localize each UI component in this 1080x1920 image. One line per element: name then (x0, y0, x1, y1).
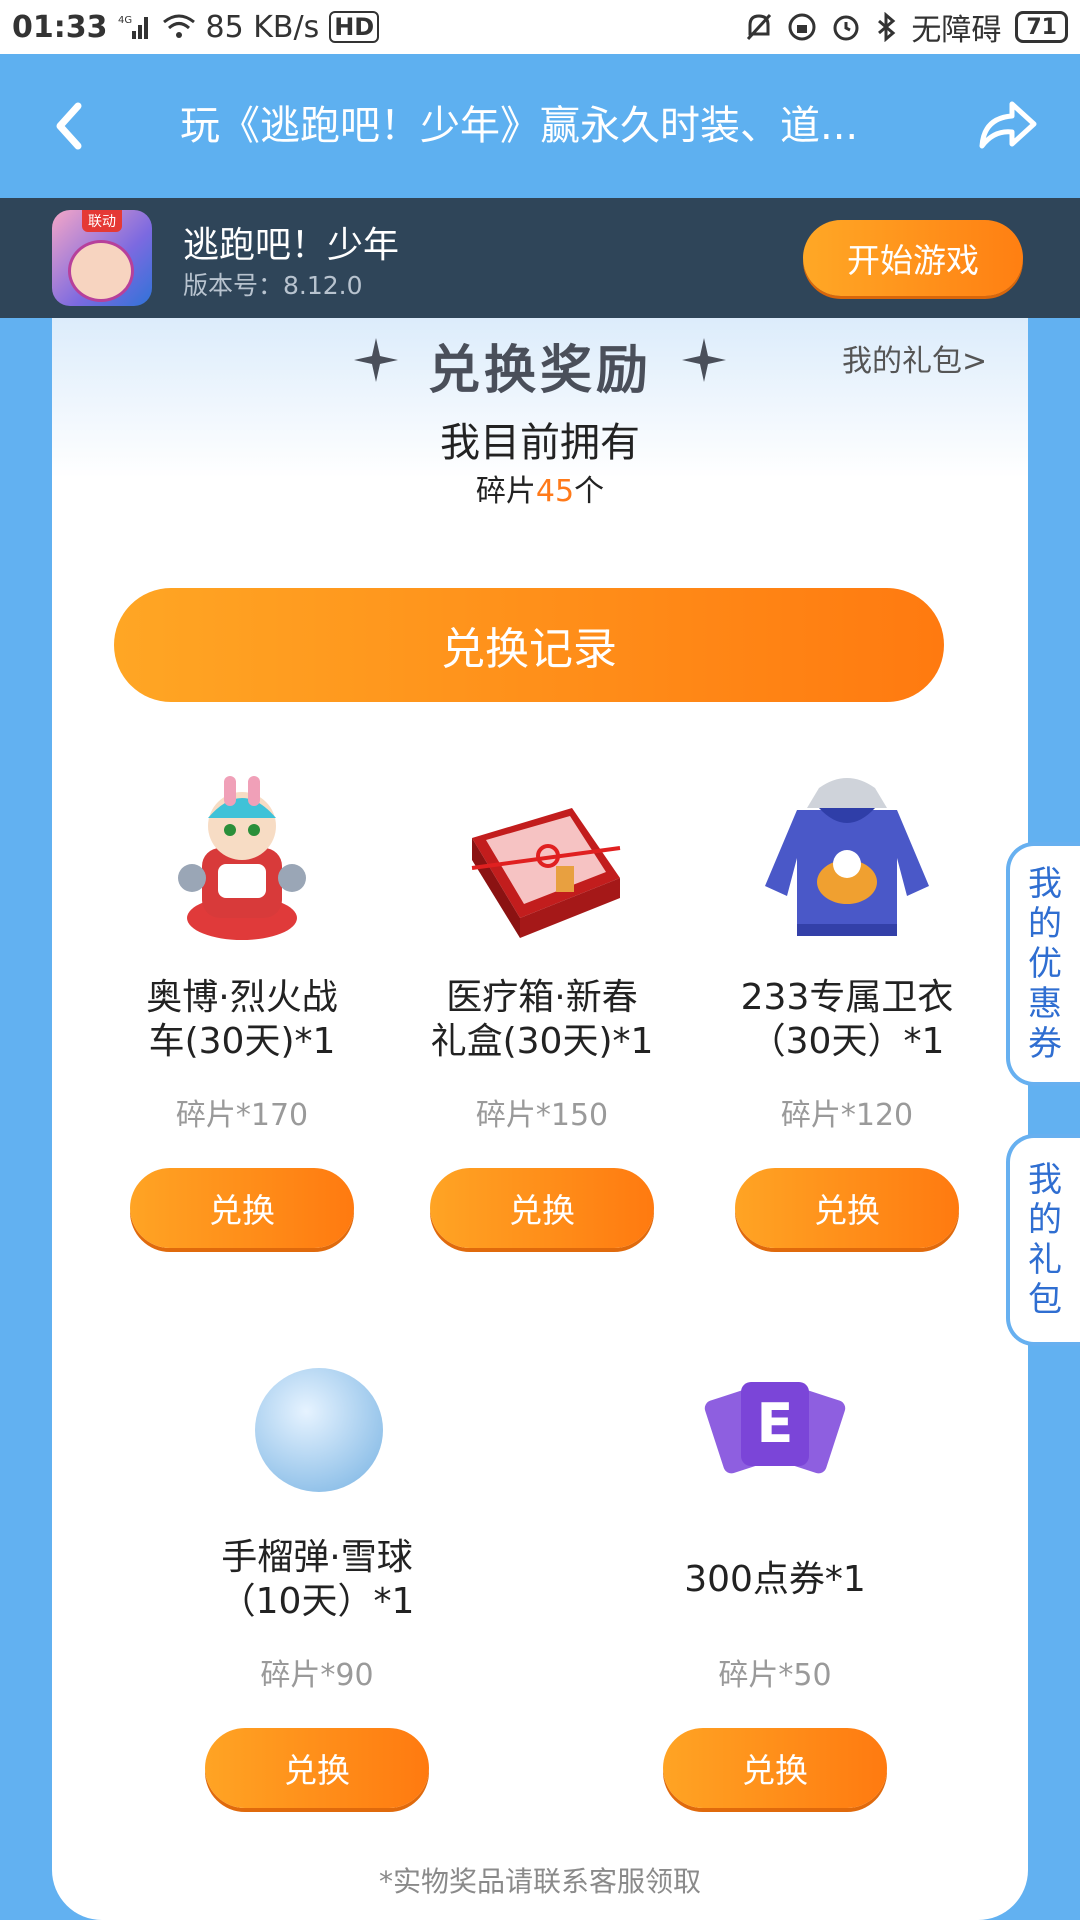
exchange-button[interactable]: 兑换 (130, 1168, 354, 1248)
reward-item: 233专属卫衣 （30天）*1 碎片*120 兑换 (697, 768, 997, 1388)
alarm-icon (831, 12, 861, 42)
gift-box-icon (471, 808, 621, 938)
wifi-icon (162, 13, 196, 41)
accessibility-label: 无障碍 (911, 13, 1002, 48)
game-info-bar: 联动 逃跑吧！少年 版本号：8.12.0 开始游戏 (0, 198, 1080, 318)
link-tag: 联动 (82, 210, 122, 232)
item-name-line: 手榴弹·雪球 (221, 1537, 413, 1578)
lock-rotation-icon (787, 12, 817, 42)
sparkle-star-icon (682, 338, 726, 382)
exchange-button[interactable]: 兑换 (663, 1728, 887, 1808)
item-name-line: 礼盒(30天)*1 (430, 1021, 654, 1062)
battery-icon: 71 (1015, 11, 1068, 43)
bluetooth-icon (875, 12, 897, 42)
rewards-card: 兑换奖励 我的礼包> 我目前拥有 碎片45个 兑换记录 奥博·烈火战 车(30天… (52, 318, 1028, 1920)
side-tab-char: 优 (1028, 944, 1062, 984)
voucher-cards-icon: E (704, 1382, 846, 1474)
status-bar: 01:33 4G 85 KB/s HD 无障碍 71 (0, 0, 1080, 54)
side-tab-char: 礼 (1028, 1240, 1062, 1280)
side-tab-char: 惠 (1028, 984, 1062, 1024)
side-tab-char: 我 (1028, 864, 1062, 904)
exchange-button[interactable]: 兑换 (430, 1168, 654, 1248)
item-name-line: 300点券*1 (684, 1559, 866, 1600)
exchange-record-button[interactable]: 兑换记录 (114, 588, 944, 702)
game-version: 版本号：8.12.0 (183, 271, 363, 300)
own-prefix: 碎片 (475, 474, 536, 509)
start-game-button[interactable]: 开始游戏 (803, 220, 1023, 296)
battery-level: 71 (1026, 14, 1057, 40)
item-cost: 碎片*90 (260, 1658, 374, 1693)
item-name-line: （30天）*1 (749, 1021, 945, 1062)
back-button[interactable] (48, 98, 88, 154)
game-name: 逃跑吧！少年 (183, 225, 400, 266)
share-button[interactable] (976, 92, 1038, 154)
page-title: 玩《逃跑吧！少年》赢永久时装、道... (180, 103, 859, 149)
own-suffix: 个 (574, 474, 605, 509)
header: 玩《逃跑吧！少年》赢永久时装、道... (0, 54, 1080, 198)
exchange-button[interactable]: 兑换 (205, 1728, 429, 1808)
item-name-line: 233专属卫衣 (740, 977, 954, 1018)
item-cost: 碎片*120 (780, 1098, 914, 1133)
reward-item: E 300点券*1 碎片*50 兑换 (625, 1328, 925, 1888)
game-app-icon: 联动 (52, 210, 152, 306)
chevron-left-icon (56, 102, 82, 150)
clock: 01:33 (12, 9, 108, 45)
snowball-icon (255, 1368, 383, 1492)
own-title: 我目前拥有 (440, 420, 640, 466)
item-cost: 碎片*170 (175, 1098, 309, 1133)
reward-item: 手榴弹·雪球 （10天）*1 碎片*90 兑换 (167, 1328, 467, 1888)
footnote: *实物奖品请联系客服领取 (378, 1865, 701, 1898)
side-tab-char: 的 (1028, 904, 1062, 944)
side-tab-char: 券 (1028, 1024, 1062, 1064)
character-face-icon (68, 240, 134, 302)
my-gifts-tab[interactable]: 我 的 礼 包 (1006, 1134, 1080, 1346)
network-speed: 85 KB/s (205, 9, 320, 45)
my-gifts-link[interactable]: 我的礼包> (842, 336, 987, 380)
reward-item: 医疗箱·新春 礼盒(30天)*1 碎片*150 兑换 (392, 768, 692, 1388)
item-name-line: （10天）*1 (219, 1581, 415, 1622)
item-cost: 碎片*50 (718, 1658, 832, 1693)
e-letter-glyph: E (757, 1392, 794, 1455)
hoodie-icon (765, 778, 929, 936)
own-count-number: 45 (535, 474, 575, 509)
side-tab-char: 我 (1028, 1160, 1062, 1200)
item-cost: 碎片*150 (475, 1098, 609, 1133)
reward-item: 奥博·烈火战 车(30天)*1 碎片*170 兑换 (92, 768, 392, 1388)
cellular-signal-icon: 4G (118, 13, 152, 41)
side-tab-char: 包 (1028, 1280, 1062, 1320)
hd-icon: HD (329, 11, 380, 43)
item-name-line: 医疗箱·新春 (446, 977, 638, 1018)
my-coupons-tab[interactable]: 我 的 优 惠 券 (1006, 842, 1080, 1086)
side-tab-char: 的 (1028, 1200, 1062, 1240)
robot-character-icon (178, 776, 306, 940)
mute-bell-icon (745, 12, 773, 42)
item-name-line: 车(30天)*1 (148, 1021, 336, 1062)
fragment-count: 碎片45个 (52, 466, 1028, 510)
item-name-line: 奥博·烈火战 (146, 977, 338, 1018)
network-type: 4G (118, 15, 132, 26)
share-icon (979, 101, 1037, 149)
exchange-button[interactable]: 兑换 (735, 1168, 959, 1248)
